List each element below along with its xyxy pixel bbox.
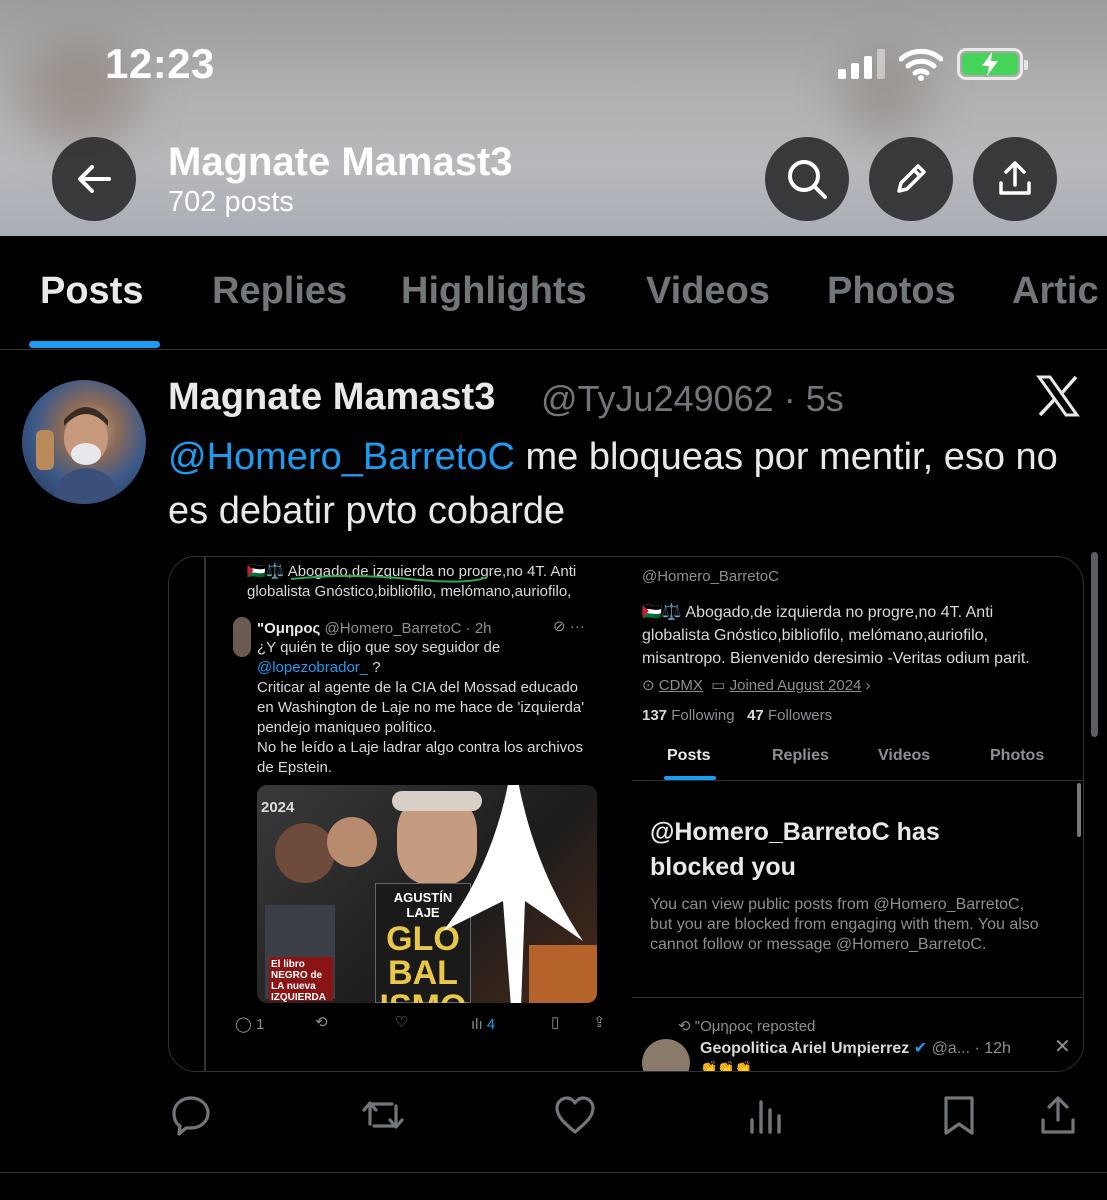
green-underline [290,575,488,583]
search-icon [788,160,827,199]
embedded-text-line: ? [368,659,381,676]
cellular-signal-icon [838,49,885,79]
bio-line: 🇵🇸⚖️ Abogado,de izquierda no progre,no 4… [642,604,994,621]
search-button[interactable] [765,137,849,221]
embedded-text-line: ¿Y quién te dijo que soy seguidor de [257,639,501,656]
white-arrow-overlay [443,785,583,1003]
embedded-tab: Replies [772,747,829,764]
bio-line: misantropo. Bienvenido deresimio -Verita… [642,650,1030,667]
embedded-profile-screenshot: @Homero_BarretoC 🇵🇸⚖️ Abogado,de izquier… [632,557,1083,1072]
embedded-text-line: No he leído a Laje ladrar algo contra lo… [257,739,584,756]
embedded-bookmark-icon: ▯ [551,1014,560,1031]
repost-icon[interactable] [360,1094,406,1136]
wifi-icon [899,48,943,81]
red-book-cover: El libro NEGRO de LA nueva IZQUIERDA [269,957,333,1003]
views-icon[interactable] [748,1094,784,1136]
embedded-text-line: Criticar al agente de la CIA del Mossad … [257,679,579,696]
embedded-share-icon: ⇪ [593,1014,606,1031]
divider [0,1172,1107,1173]
embedded-like-icon: ♡ [395,1014,409,1031]
tab-replies[interactable]: Replies [212,270,347,313]
scrollbar[interactable] [1091,552,1098,737]
blocked-body: but you are blocked from engaging with t… [650,916,1039,933]
status-time: 12:23 [105,40,215,87]
bookmark-icon[interactable] [940,1094,978,1136]
embedded-tab: Posts [667,747,711,764]
embedded-tab: Photos [990,747,1045,764]
share-icon[interactable] [1038,1094,1078,1136]
profile-tabs: Posts Replies Highlights Videos Photos A… [0,236,1107,350]
embedded-x-icon: ✕ [1054,1036,1071,1058]
tab-posts[interactable]: Posts [40,270,143,313]
embedded-tab: Videos [878,747,931,764]
pencil-icon [897,164,926,193]
tab-highlights[interactable]: Highlights [401,270,587,313]
reply-icon[interactable] [170,1094,212,1136]
tweet-author-name[interactable]: Magnate Mamast3 [168,376,495,419]
share-icon [999,161,1031,195]
blocked-title: blocked you [650,853,796,881]
follow-counts: 137 Following 47 Followers [642,707,833,724]
profile-name: Magnate Mamast3 [168,140,513,184]
embedded-more-icon: ⊘ ··· [553,618,585,635]
back-arrow-icon [78,165,111,193]
tab-articles[interactable]: Artic [1012,270,1099,313]
edit-button[interactable] [869,137,953,221]
blocked-body: You can view public posts from @Homero_B… [650,896,1025,913]
post-count: 702 posts [168,186,294,218]
share-profile-button[interactable] [973,137,1057,221]
embedded-text-line: de Epstein. [257,759,333,776]
repost-emoji: 👏👏👏 [700,1060,753,1072]
blocked-title: @Homero_BarretoC has [650,818,940,846]
status-icons [838,42,1028,86]
x-logo-icon [1036,375,1080,417]
location: CDMX [658,677,703,694]
embedded-profile-handle: @Homero_BarretoC [642,568,779,585]
tweet-media-image[interactable]: 🇵🇸⚖️ Abogado,de izquierda no progre,no 4… [168,556,1084,1072]
embedded-author-meta: @Homero_BarretoC · 2h [324,620,492,637]
tab-photos[interactable]: Photos [827,270,956,313]
blocked-body: cannot follow or message @Homero_Barreto… [650,936,987,953]
embedded-reply-screenshot: 🇵🇸⚖️ Abogado,de izquierda no progre,no 4… [169,557,629,1071]
battery-icon [957,48,1028,80]
tab-videos[interactable]: Videos [646,270,770,313]
embedded-repost-icon: ⟲ [315,1014,328,1031]
repost-header: Geopolitica Ariel Umpierrez ✔ @a... · 12… [700,1040,1011,1057]
back-button[interactable] [52,137,136,221]
active-tab-indicator [29,341,160,348]
bio-line: globalista Gnóstico,bibliofilo, melómano… [247,583,572,600]
small-avatar [233,617,251,657]
tweet-actions [0,1088,1107,1148]
repost-label: ⟲ "Ομηρος reposted [678,1018,816,1035]
tweet-handle-time: @TyJu249062 · 5s [541,378,844,419]
avatar-figure [36,407,120,504]
embedded-mention: @lopezobrador_ [257,659,369,676]
like-icon[interactable] [553,1094,597,1136]
tweet-mention[interactable]: @Homero_BarretoC [168,436,515,478]
embedded-text-line: en Washington de Laje no me hace de 'izq… [257,699,585,716]
embedded-reply-icon: ◯ 1 [235,1016,265,1033]
book-collage-image: 2024 El libro NEGRO de LA nueva IZQUIERD… [257,785,597,1003]
embedded-views-icon: ılı 4 [471,1016,496,1033]
embedded-profile-meta: ⊙ CDMX ▭ Joined August 2024 › [642,677,871,694]
repost-avatar [642,1039,690,1071]
avatar[interactable] [22,380,146,504]
embedded-profile-tabs: Posts Replies Videos Photos [632,743,1083,781]
year-label: 2024 [261,799,295,816]
profile-header: 12:23 Magnate Mamast3 702 posts [0,0,1107,236]
tweet-text: @Homero_BarretoC me bloqueas por mentir,… [168,430,1088,538]
bio-line: globalista Gnóstico,bibliofilo, melómano… [642,627,988,644]
embedded-text-line: pendejo maniqueo político. [257,719,437,736]
joined-date: Joined August 2024 [729,677,862,694]
embedded-author: "Ομηρος [257,620,321,637]
